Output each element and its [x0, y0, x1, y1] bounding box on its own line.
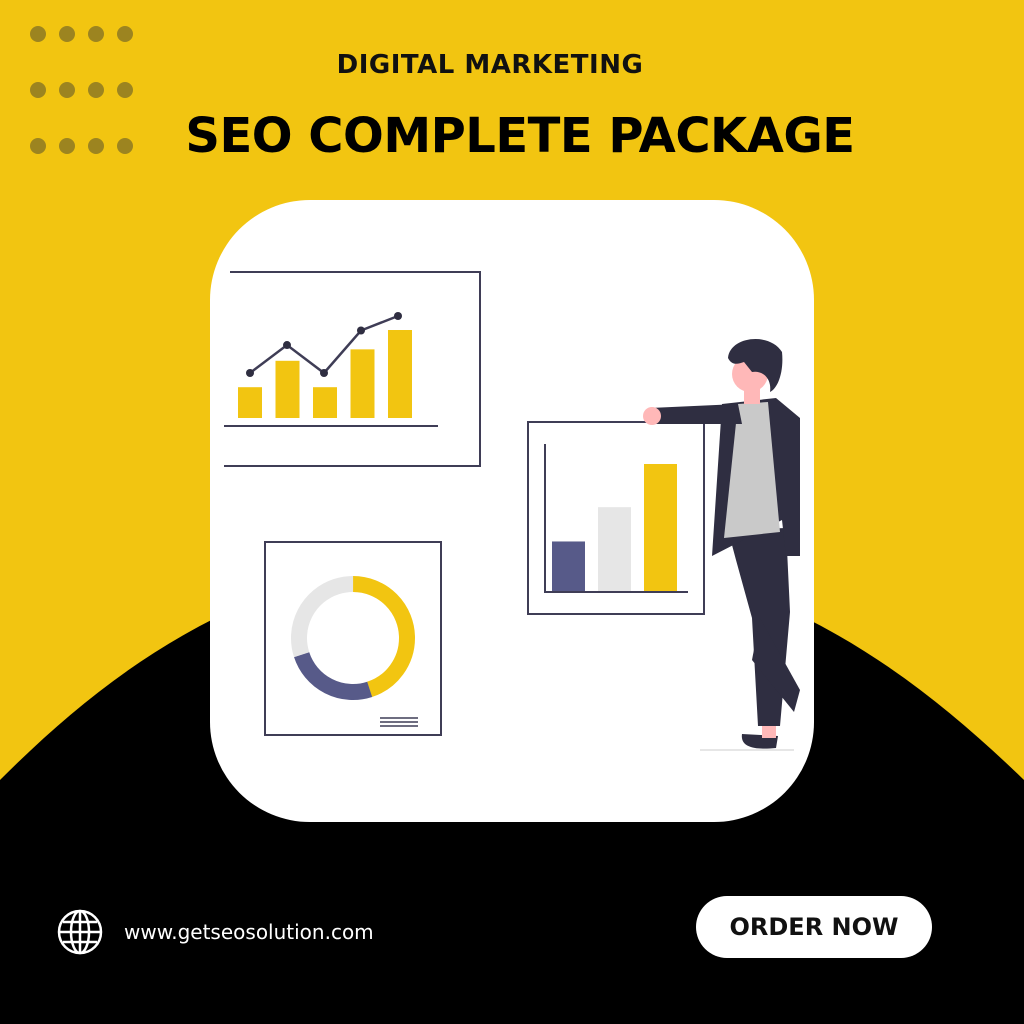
line-chart-point — [246, 369, 254, 377]
hand — [643, 407, 661, 425]
website-link-group[interactable]: www.getseosolution.com — [56, 908, 374, 956]
line-chart-point — [357, 326, 365, 335]
line-chart-points — [246, 312, 402, 377]
column-chart-bar — [598, 507, 631, 591]
poster: DIGITAL MARKETING SEO COMPLETE PACKAGE w… — [0, 0, 1024, 1024]
line-chart-bar — [238, 387, 262, 418]
website-url[interactable]: www.getseosolution.com — [124, 920, 374, 944]
line-chart-bar — [313, 387, 337, 418]
line-chart-bar — [350, 349, 375, 418]
arm — [650, 404, 742, 424]
line-chart-bar — [388, 330, 412, 418]
line-chart-point — [283, 341, 291, 350]
column-chart-bar — [552, 541, 585, 591]
column-chart-bar — [644, 464, 677, 591]
line-chart-point — [320, 369, 328, 377]
order-now-button[interactable]: ORDER NOW — [696, 896, 932, 958]
line-chart-trend-line — [249, 314, 399, 375]
line-chart-bar — [275, 360, 300, 418]
globe-icon — [57, 909, 103, 955]
analytics-illustration — [224, 271, 800, 751]
line-chart-point — [394, 312, 402, 320]
